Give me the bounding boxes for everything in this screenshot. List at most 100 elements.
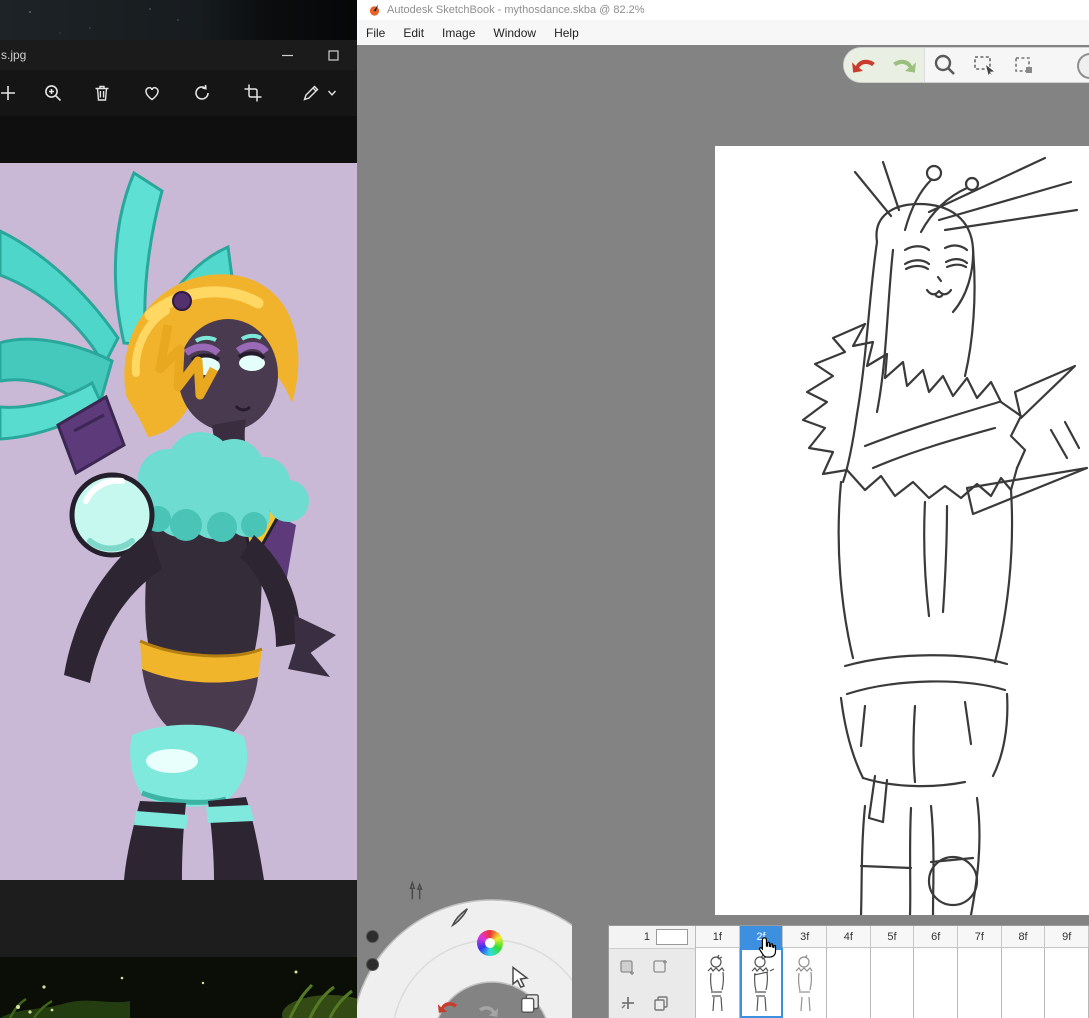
add-layer-below-button[interactable] bbox=[618, 957, 638, 977]
frame-header-row: 1f 2f 3f 4f 5f 6f 7f 8f 9f bbox=[696, 926, 1089, 948]
add-frame-button[interactable] bbox=[618, 993, 638, 1013]
frame-header-7f[interactable]: 7f bbox=[958, 926, 1002, 948]
sketchbook-window-title: Autodesk SketchBook - mythosdance.skba @… bbox=[387, 4, 645, 16]
frame-2-thumbnail bbox=[746, 953, 776, 1013]
frame-header-8f[interactable]: 8f bbox=[1002, 926, 1046, 948]
brush-puck-icon[interactable] bbox=[1077, 53, 1089, 79]
brush-menu-button[interactable] bbox=[447, 904, 473, 930]
frame-header-6f[interactable]: 6f bbox=[914, 926, 958, 948]
layers-icon bbox=[519, 992, 541, 1014]
color-wheel-icon bbox=[477, 930, 503, 956]
favorite-button[interactable] bbox=[138, 79, 166, 107]
undo-icon bbox=[851, 56, 877, 74]
frame-hold-input[interactable] bbox=[656, 929, 688, 945]
add-layer-above-button[interactable] bbox=[651, 957, 671, 977]
menu-file[interactable]: File bbox=[357, 22, 394, 44]
lagoon-redo-button[interactable] bbox=[475, 997, 501, 1018]
next-photo-preview[interactable] bbox=[0, 957, 357, 1018]
minimize-button[interactable] bbox=[272, 40, 302, 70]
rotate-button[interactable] bbox=[188, 79, 216, 107]
frame-3-thumbnail bbox=[790, 953, 820, 1013]
menu-image[interactable]: Image bbox=[433, 22, 484, 44]
lagoon-handle-dot-2[interactable] bbox=[366, 958, 379, 971]
quick-toolbar bbox=[843, 47, 1089, 83]
frame-thumb-3f[interactable] bbox=[783, 948, 827, 1018]
menu-help[interactable]: Help bbox=[545, 22, 588, 44]
add-icon bbox=[0, 83, 18, 103]
color-menu-button[interactable] bbox=[477, 930, 503, 956]
cursor-arrow-icon bbox=[510, 966, 530, 988]
frame-thumb-4f[interactable] bbox=[827, 948, 871, 1018]
edit-more-button[interactable] bbox=[324, 79, 340, 107]
frame-header-5f[interactable]: 5f bbox=[871, 926, 915, 948]
undo-button[interactable] bbox=[844, 48, 884, 82]
duplicate-icon bbox=[653, 995, 669, 1011]
rotate-icon bbox=[192, 83, 212, 103]
menu-edit[interactable]: Edit bbox=[394, 22, 433, 44]
redo-button[interactable] bbox=[884, 48, 924, 82]
frame-hold-row: 1 bbox=[609, 926, 695, 949]
sketchbook-workspace: 1 bbox=[357, 45, 1089, 1018]
chevron-down-icon bbox=[327, 88, 337, 98]
undo-icon bbox=[437, 999, 459, 1014]
frame-thumb-5f[interactable] bbox=[871, 948, 915, 1018]
lagoon-puck bbox=[357, 868, 572, 1018]
duplicate-frame-button[interactable] bbox=[651, 993, 671, 1013]
frame-thumb-2f-selected[interactable] bbox=[740, 948, 784, 1018]
sketchbook-titlebar: Autodesk SketchBook - mythosdance.skba @… bbox=[357, 0, 1089, 21]
interface-menu-button[interactable] bbox=[507, 964, 533, 990]
layers-menu-button[interactable] bbox=[517, 990, 543, 1016]
frame-thumb-1f[interactable] bbox=[696, 948, 740, 1018]
menu-window[interactable]: Window bbox=[484, 22, 545, 44]
frame-thumb-8f[interactable] bbox=[1002, 948, 1046, 1018]
redo-icon bbox=[891, 56, 917, 74]
redo-icon bbox=[477, 1003, 499, 1018]
frame-thumb-6f[interactable] bbox=[914, 948, 958, 1018]
tools-icon bbox=[405, 880, 427, 902]
lagoon-undo-button[interactable] bbox=[435, 993, 461, 1018]
frame-header-2f-selected[interactable]: 2f bbox=[740, 926, 784, 948]
edit-button[interactable] bbox=[297, 79, 325, 107]
photos-toolbar bbox=[0, 70, 357, 116]
timeline-controls: 1 bbox=[609, 926, 696, 1018]
frame-header-3f[interactable]: 3f bbox=[783, 926, 827, 948]
grass-photo-thumbnail bbox=[0, 957, 357, 1018]
heart-icon bbox=[142, 83, 162, 103]
marquee-select-button[interactable] bbox=[965, 48, 1005, 82]
frame-hold-count: 1 bbox=[644, 931, 650, 943]
maximize-button[interactable] bbox=[318, 40, 348, 70]
transform-select-button[interactable] bbox=[1005, 48, 1045, 82]
photos-titlebar: s.jpg bbox=[0, 40, 357, 70]
delete-button[interactable] bbox=[88, 79, 116, 107]
background-photo-strip bbox=[0, 0, 357, 40]
photos-lower-letterbox bbox=[0, 880, 357, 957]
magnifier-icon bbox=[933, 53, 957, 77]
tools-menu-button[interactable] bbox=[403, 878, 429, 904]
zoom-tool-button[interactable] bbox=[925, 48, 965, 82]
lagoon-handle-dot-1[interactable] bbox=[366, 930, 379, 943]
drawing-canvas[interactable] bbox=[715, 146, 1089, 915]
zoom-in-icon bbox=[43, 83, 63, 103]
photos-window-title: s.jpg bbox=[1, 48, 26, 62]
add-button[interactable] bbox=[0, 79, 22, 107]
transform-select-icon bbox=[1013, 54, 1037, 76]
photo-artwork bbox=[0, 163, 357, 880]
frame-thumb-9f[interactable] bbox=[1045, 948, 1089, 1018]
photos-letterbox bbox=[0, 116, 357, 163]
frame-header-9f[interactable]: 9f bbox=[1045, 926, 1089, 948]
sketch-lineart bbox=[715, 146, 1089, 915]
crop-button[interactable] bbox=[239, 79, 267, 107]
add-layer-outline-icon bbox=[652, 958, 670, 976]
frame-thumb-7f[interactable] bbox=[958, 948, 1002, 1018]
flipbook-timeline: 1 bbox=[608, 925, 1089, 1018]
character-illustration bbox=[0, 163, 357, 880]
maximize-icon bbox=[328, 50, 339, 61]
frame-thumbnail-row bbox=[696, 948, 1089, 1018]
zoom-in-button[interactable] bbox=[39, 79, 67, 107]
marquee-select-icon bbox=[973, 54, 997, 76]
frame-header-1f[interactable]: 1f bbox=[696, 926, 740, 948]
plus-icon bbox=[620, 995, 636, 1011]
frame-header-4f[interactable]: 4f bbox=[827, 926, 871, 948]
brush-icon bbox=[449, 906, 471, 928]
sketchbook-app-icon bbox=[368, 3, 381, 17]
